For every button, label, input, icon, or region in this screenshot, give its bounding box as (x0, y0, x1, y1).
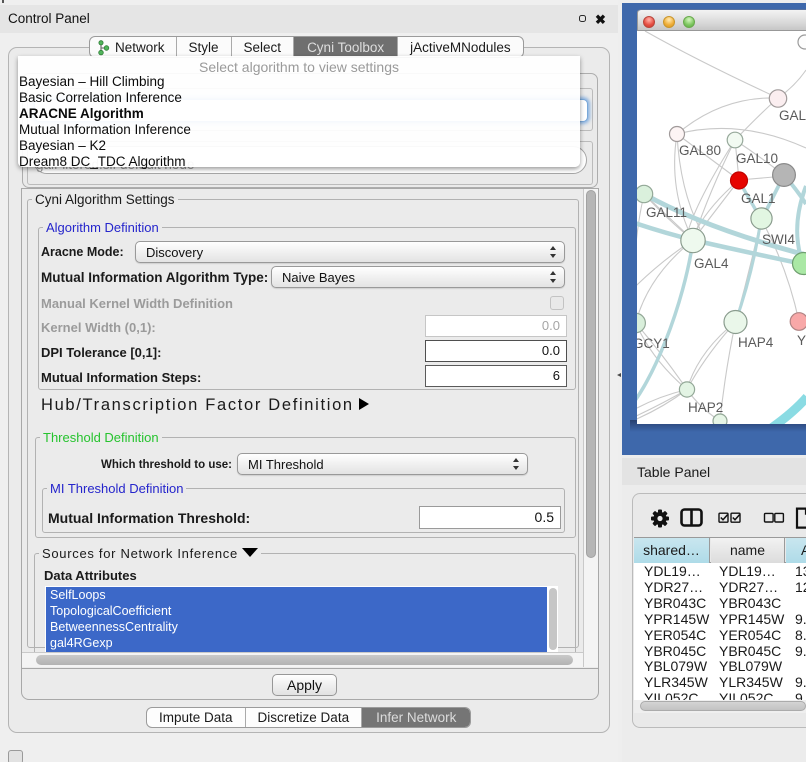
svg-text:HAP4: HAP4 (738, 335, 774, 350)
svg-text:HAP2: HAP2 (688, 400, 723, 415)
svg-text:GAL10: GAL10 (736, 151, 778, 166)
svg-text:Y: Y (797, 333, 806, 348)
svg-text:GAL7: GAL7 (779, 108, 806, 123)
svg-text:GCY1: GCY1 (637, 336, 670, 351)
svg-text:GAL11: GAL11 (646, 205, 687, 220)
svg-text:SWI4: SWI4 (762, 232, 795, 247)
svg-text:GAL80: GAL80 (679, 143, 721, 158)
svg-text:GAL1: GAL1 (741, 191, 776, 206)
svg-text:GAL4: GAL4 (694, 256, 729, 271)
